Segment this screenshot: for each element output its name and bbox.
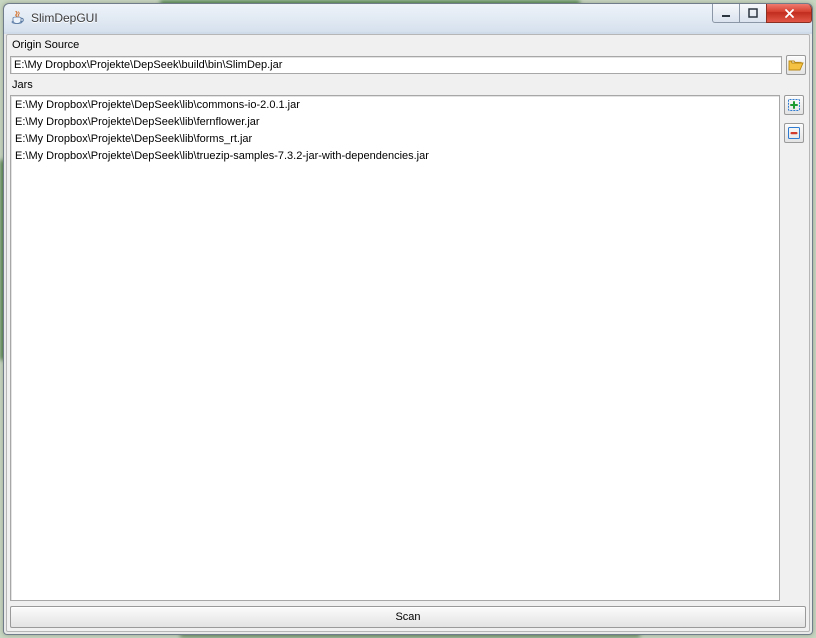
browse-button[interactable] [786,55,806,75]
list-item[interactable]: E:\My Dropbox\Projekte\DepSeek\lib\truez… [11,148,779,165]
close-button[interactable] [766,4,812,23]
titlebar[interactable]: SlimDepGUI [4,4,812,32]
jars-row: E:\My Dropbox\Projekte\DepSeek\lib\commo… [10,95,806,601]
origin-source-input[interactable] [10,56,782,74]
jars-listbox[interactable]: E:\My Dropbox\Projekte\DepSeek\lib\commo… [10,95,780,601]
window-controls [713,4,812,24]
scan-button[interactable]: Scan [10,606,806,628]
list-item[interactable]: E:\My Dropbox\Projekte\DepSeek\lib\commo… [11,97,779,114]
minimize-icon [721,8,731,18]
window-title: SlimDepGUI [31,11,98,25]
maximize-icon [748,8,758,18]
origin-source-label: Origin Source [10,38,806,52]
client-area: Origin Source Jars E:\My Dropbox\Projekt… [6,34,810,632]
list-item[interactable]: E:\My Dropbox\Projekte\DepSeek\lib\forms… [11,131,779,148]
minimize-button[interactable] [712,4,740,23]
close-icon [784,8,795,19]
jars-label: Jars [10,78,806,92]
jars-side-buttons [784,95,806,601]
origin-source-row [10,55,806,75]
add-jar-button[interactable] [784,95,804,115]
maximize-button[interactable] [739,4,767,23]
list-item[interactable]: E:\My Dropbox\Projekte\DepSeek\lib\fernf… [11,114,779,131]
java-cup-icon [10,10,26,26]
remove-jar-button[interactable] [784,123,804,143]
remove-icon [787,126,801,140]
add-icon [787,98,801,112]
folder-open-icon [788,58,804,72]
scan-button-label: Scan [395,611,420,623]
app-window: SlimDepGUI Origin Source [3,3,813,635]
